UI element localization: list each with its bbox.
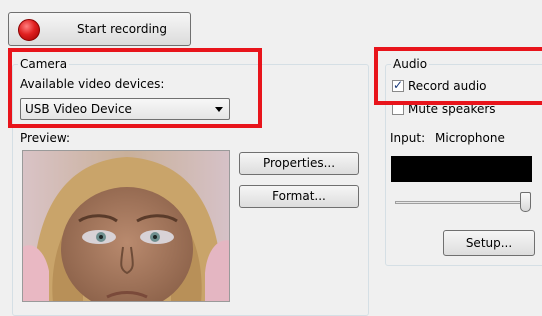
record-audio-checkbox[interactable]: ✓	[392, 78, 404, 92]
mute-speakers-label: Mute speakers	[408, 102, 496, 116]
input-label: Input:	[390, 131, 426, 145]
preview-image	[23, 151, 229, 301]
camera-group-title: Camera	[18, 57, 70, 71]
audio-level-meter	[391, 156, 532, 182]
checkmark-icon: ✓	[393, 78, 404, 92]
format-button-label: Format...	[272, 189, 326, 203]
record-audio-label: Record audio	[408, 79, 487, 93]
setup-button-label: Setup...	[465, 236, 513, 250]
mute-speakers-checkbox[interactable]	[392, 103, 404, 115]
properties-button-label: Properties...	[262, 156, 336, 170]
setup-button[interactable]: Setup...	[443, 230, 535, 256]
properties-button[interactable]: Properties...	[239, 152, 359, 175]
video-device-select[interactable]: USB Video Device	[20, 98, 230, 120]
preview-label: Preview:	[20, 131, 71, 145]
audio-group-title: Audio	[391, 57, 430, 71]
volume-slider-track[interactable]	[395, 201, 525, 204]
start-recording-button[interactable]: Start recording	[8, 12, 191, 46]
video-device-value: USB Video Device	[25, 102, 132, 116]
input-value: Microphone	[435, 131, 505, 145]
camera-preview	[22, 150, 230, 302]
available-devices-label: Available video devices:	[20, 77, 165, 91]
format-button[interactable]: Format...	[239, 185, 359, 208]
chevron-down-icon	[215, 107, 223, 112]
volume-slider-thumb[interactable]	[520, 192, 531, 212]
record-icon	[18, 19, 40, 41]
start-recording-label: Start recording	[77, 22, 168, 36]
